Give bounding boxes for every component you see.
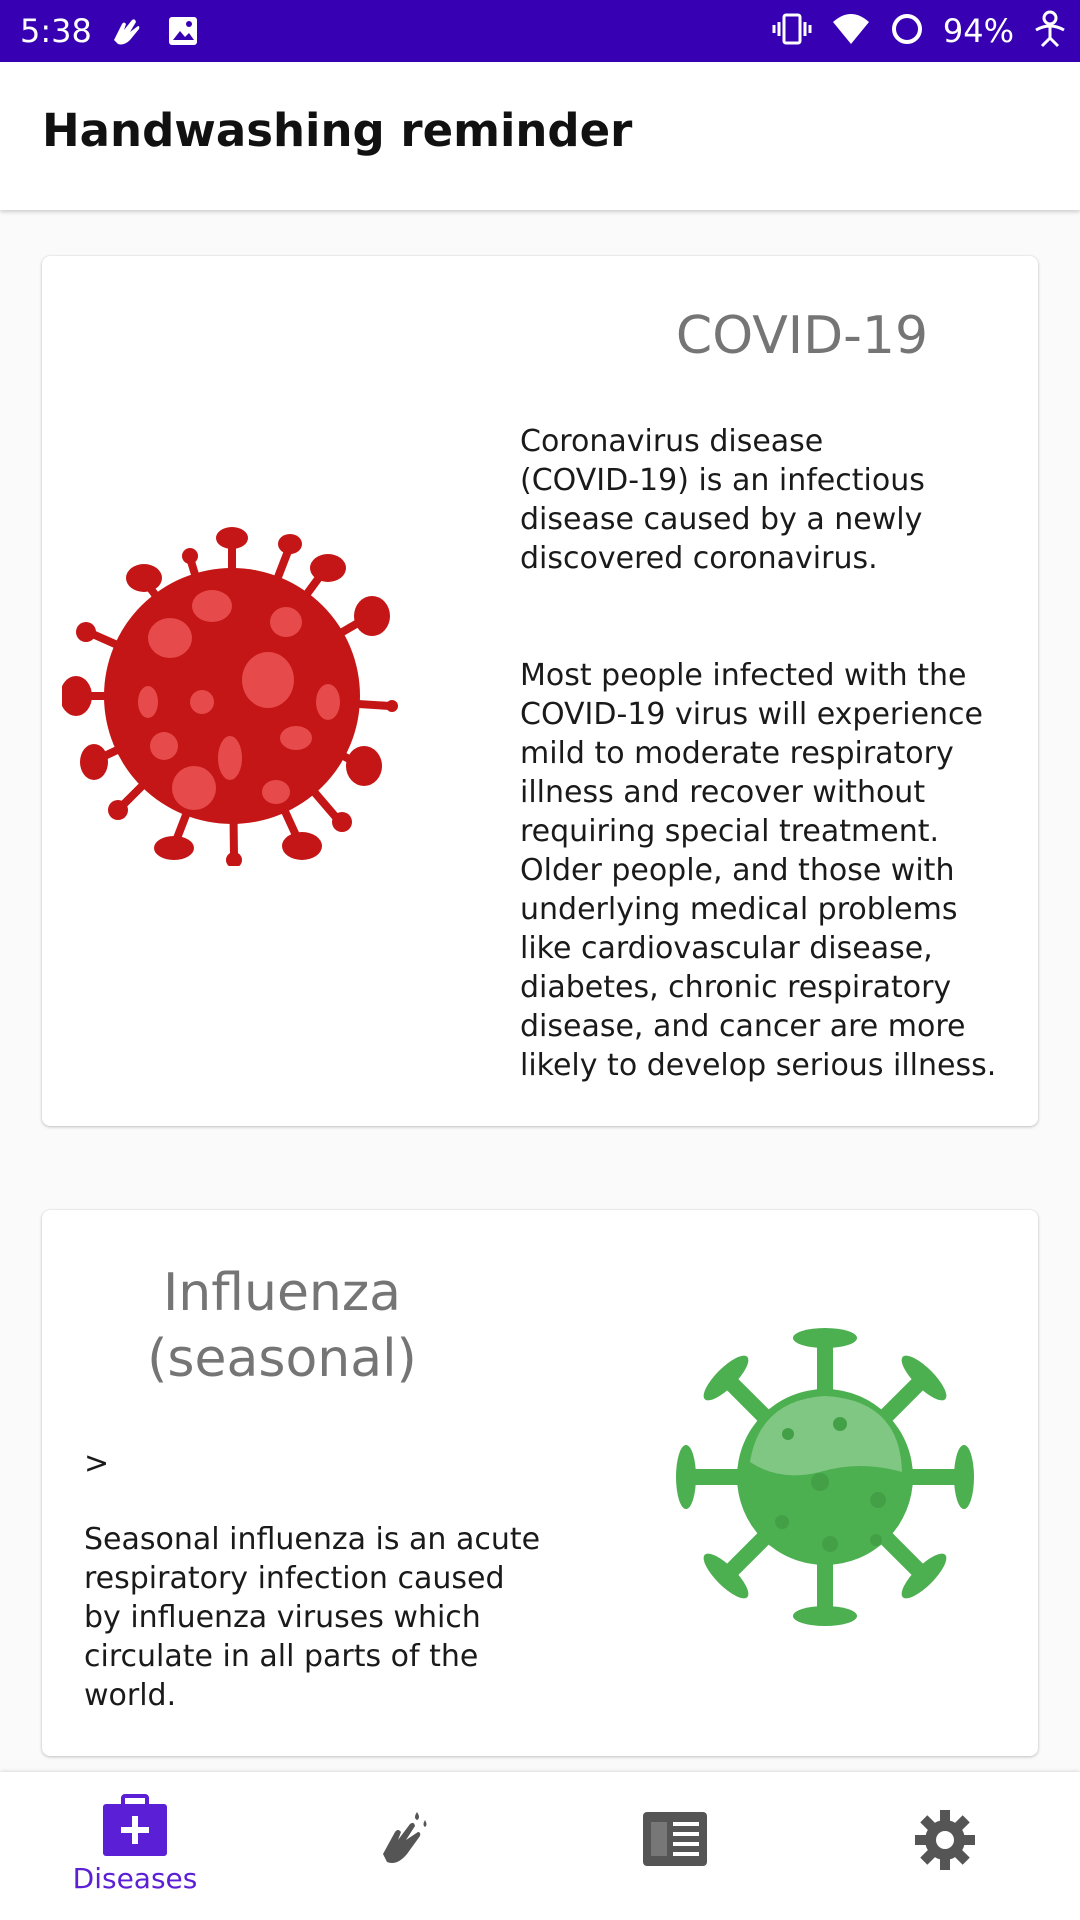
influenza-title-line-1: Influenza [162, 1263, 402, 1323]
hand-notification-icon [108, 14, 144, 55]
bottom-navigation: Diseases [0, 1772, 1080, 1920]
disease-card-influenza[interactable]: Influenza (seasonal) > Seasonal influenz… [42, 1210, 1038, 1756]
battery-percent: 94% [942, 12, 1014, 50]
nav-item-settings[interactable] [810, 1772, 1080, 1920]
medical-kit-icon [103, 1794, 167, 1856]
battery-saver-icon [889, 11, 925, 52]
status-bar: 5:38 94% [0, 0, 1080, 62]
influenza-title: Influenza (seasonal) [122, 1260, 442, 1392]
settings-gear-icon [915, 1810, 975, 1870]
covid-paragraph-1: Coronavirus disease (COVID-19) is an inf… [520, 424, 925, 576]
image-notification-icon [166, 14, 200, 53]
vibrate-icon [771, 12, 813, 51]
influenza-marker: > [84, 1446, 110, 1481]
status-time: 5:38 [20, 12, 92, 50]
app-bar: Handwashing reminder [0, 62, 1080, 210]
red-virus-icon [62, 527, 398, 866]
influenza-title-line-2: (seasonal) [147, 1329, 417, 1389]
handwash-icon [383, 1812, 427, 1863]
nav-item-handwash[interactable] [270, 1772, 540, 1920]
wifi-icon [831, 12, 871, 51]
disease-card-covid[interactable]: COVID-19 Coronavirus disease (COVID-19) … [42, 256, 1038, 1126]
nav-item-diseases[interactable]: Diseases [0, 1772, 270, 1920]
green-virus-icon [676, 1328, 974, 1626]
influenza-paragraph-1: Seasonal influenza is an acute respirato… [84, 1522, 541, 1713]
accessibility-icon [1032, 10, 1068, 53]
nav-label-diseases: Diseases [72, 1862, 198, 1895]
app-title: Handwashing reminder [42, 104, 633, 157]
news-icon [643, 1812, 707, 1866]
covid-paragraph-2: Most people infected with the COVID-19 v… [520, 658, 997, 1083]
disease-list[interactable]: COVID-19 Coronavirus disease (COVID-19) … [0, 210, 1080, 1772]
covid-title: COVID-19 [675, 306, 929, 366]
nav-item-news[interactable] [540, 1772, 810, 1920]
